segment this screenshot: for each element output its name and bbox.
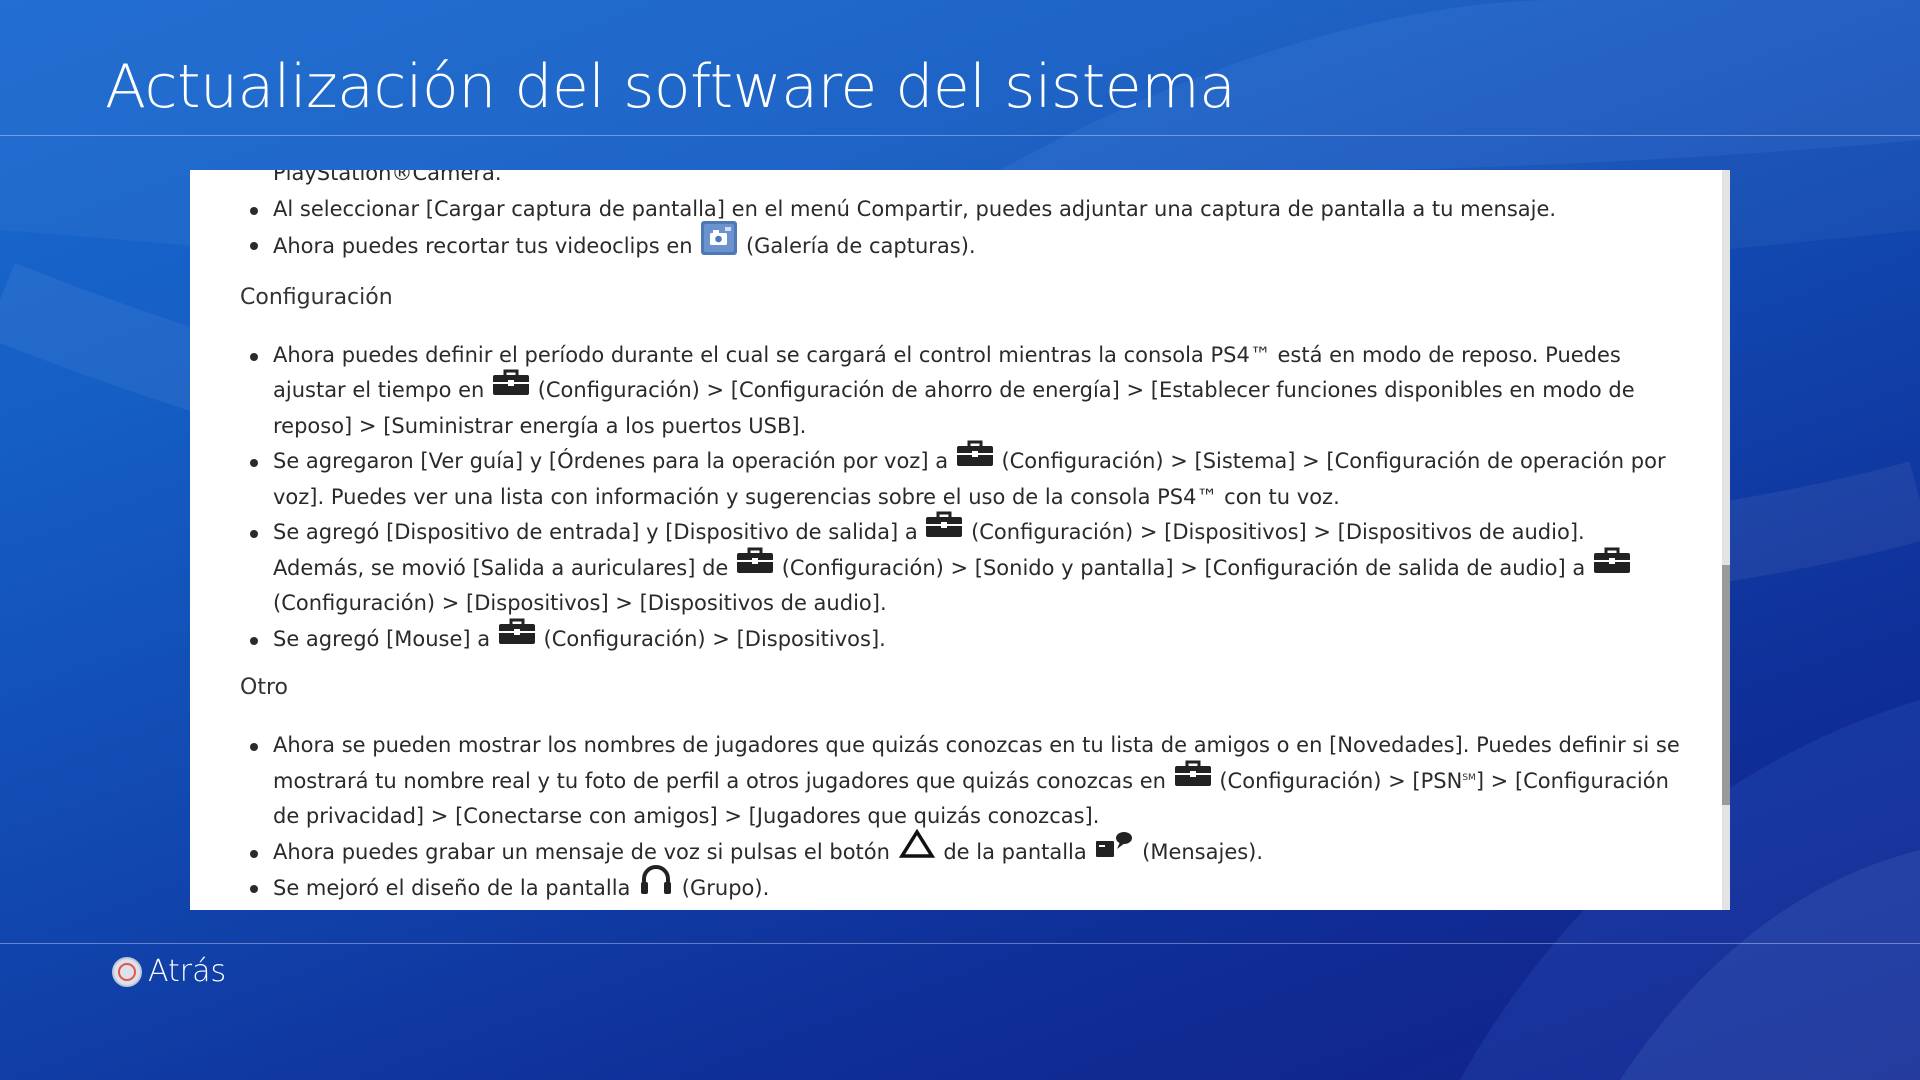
list-item: Ahora puedes grabar un mensaje de voz si… <box>240 828 1680 871</box>
scrollbar-thumb[interactable] <box>1722 565 1730 805</box>
list-item-text: (Configuración) > [Dispositivos] > [Disp… <box>273 591 887 615</box>
list-item-text: (Configuración) > [PSN <box>1219 768 1463 793</box>
toolbox-icon <box>498 618 535 656</box>
list-item-text: (Configuración) > [Sonido y pantalla] > … <box>781 555 1586 580</box>
section-heading-configuracion: Configuración <box>240 284 393 310</box>
circle-button-icon <box>112 956 142 987</box>
configuracion-list: Ahora puedes definir el período durante … <box>240 338 1680 658</box>
top-list: PlayStation®Camera. Al seleccionar [Carg… <box>240 170 1680 267</box>
list-item-text: Ahora puedes recortar tus videoclips en <box>273 233 693 258</box>
list-item: Ahora se pueden mostrar los nombres de j… <box>240 728 1680 835</box>
service-mark: SM <box>1462 772 1476 783</box>
scrollbar[interactable] <box>1722 170 1730 910</box>
list-item-text: PlayStation®Camera. <box>273 170 502 185</box>
content-panel[interactable]: PlayStation®Camera. Al seleccionar [Carg… <box>190 170 1730 910</box>
list-item: Al seleccionar [Cargar captura de pantal… <box>240 192 1680 228</box>
list-item: Ahora puedes recortar tus videoclips en … <box>240 221 1680 267</box>
list-item: PlayStation®Camera. <box>240 170 1680 192</box>
update-notes: PlayStation®Camera. Al seleccionar [Carg… <box>240 170 1680 908</box>
footer-divider <box>0 943 1920 944</box>
toolbox-icon <box>1174 760 1211 798</box>
list-item-text: Se agregó [Dispositivo de entrada] y [Di… <box>273 520 918 544</box>
list-item-text: de la pantalla <box>943 839 1087 864</box>
messages-icon <box>1095 829 1133 871</box>
list-item: Se mejoró el diseño de la pantalla (Grup… <box>240 865 1680 908</box>
toolbox-icon <box>493 369 530 407</box>
section-heading-otro: Otro <box>240 675 288 700</box>
list-item-text: Al seleccionar [Cargar captura de pantal… <box>273 196 1557 221</box>
list-item-text: Se agregaron [Ver guía] y [Órdenes para … <box>273 449 949 473</box>
list-item: Se agregó [Mouse] a (Configuración) > [D… <box>240 618 1680 658</box>
list-item-text: Se mejoró el diseño de la pantalla <box>273 876 631 900</box>
toolbox-icon <box>1593 547 1630 585</box>
list-item-text: (Mensajes). <box>1142 839 1264 864</box>
list-item: Ahora puedes definir el período durante … <box>240 338 1680 445</box>
list-item-text: (Grupo). <box>681 876 770 900</box>
list-item-text: Se agregó [Mouse] a <box>273 626 491 651</box>
headset-icon <box>639 864 673 908</box>
list-item-text: Ahora puedes grabar un mensaje de voz si… <box>273 839 890 864</box>
back-label: Atrás <box>148 954 227 989</box>
list-item-text: (Configuración) > [Dispositivos]. <box>543 626 886 651</box>
triangle-button-icon <box>898 828 935 871</box>
list-item-text: Ahora se pueden mostrar los nombres de j… <box>273 733 1680 793</box>
otro-list: Ahora se pueden mostrar los nombres de j… <box>240 728 1680 908</box>
toolbox-icon <box>737 547 774 585</box>
capture-gallery-icon <box>701 221 738 267</box>
back-button[interactable]: Atrás <box>112 954 226 989</box>
toolbox-icon <box>926 511 963 549</box>
list-item: Se agregó [Dispositivo de entrada] y [Di… <box>240 511 1680 622</box>
list-item-text: (Galería de capturas). <box>745 233 976 258</box>
list-item: Se agregaron [Ver guía] y [Órdenes para … <box>240 440 1680 515</box>
toolbox-icon <box>956 440 993 478</box>
header-divider <box>0 135 1920 136</box>
page-title: Actualización del software del sistema <box>105 52 1236 122</box>
